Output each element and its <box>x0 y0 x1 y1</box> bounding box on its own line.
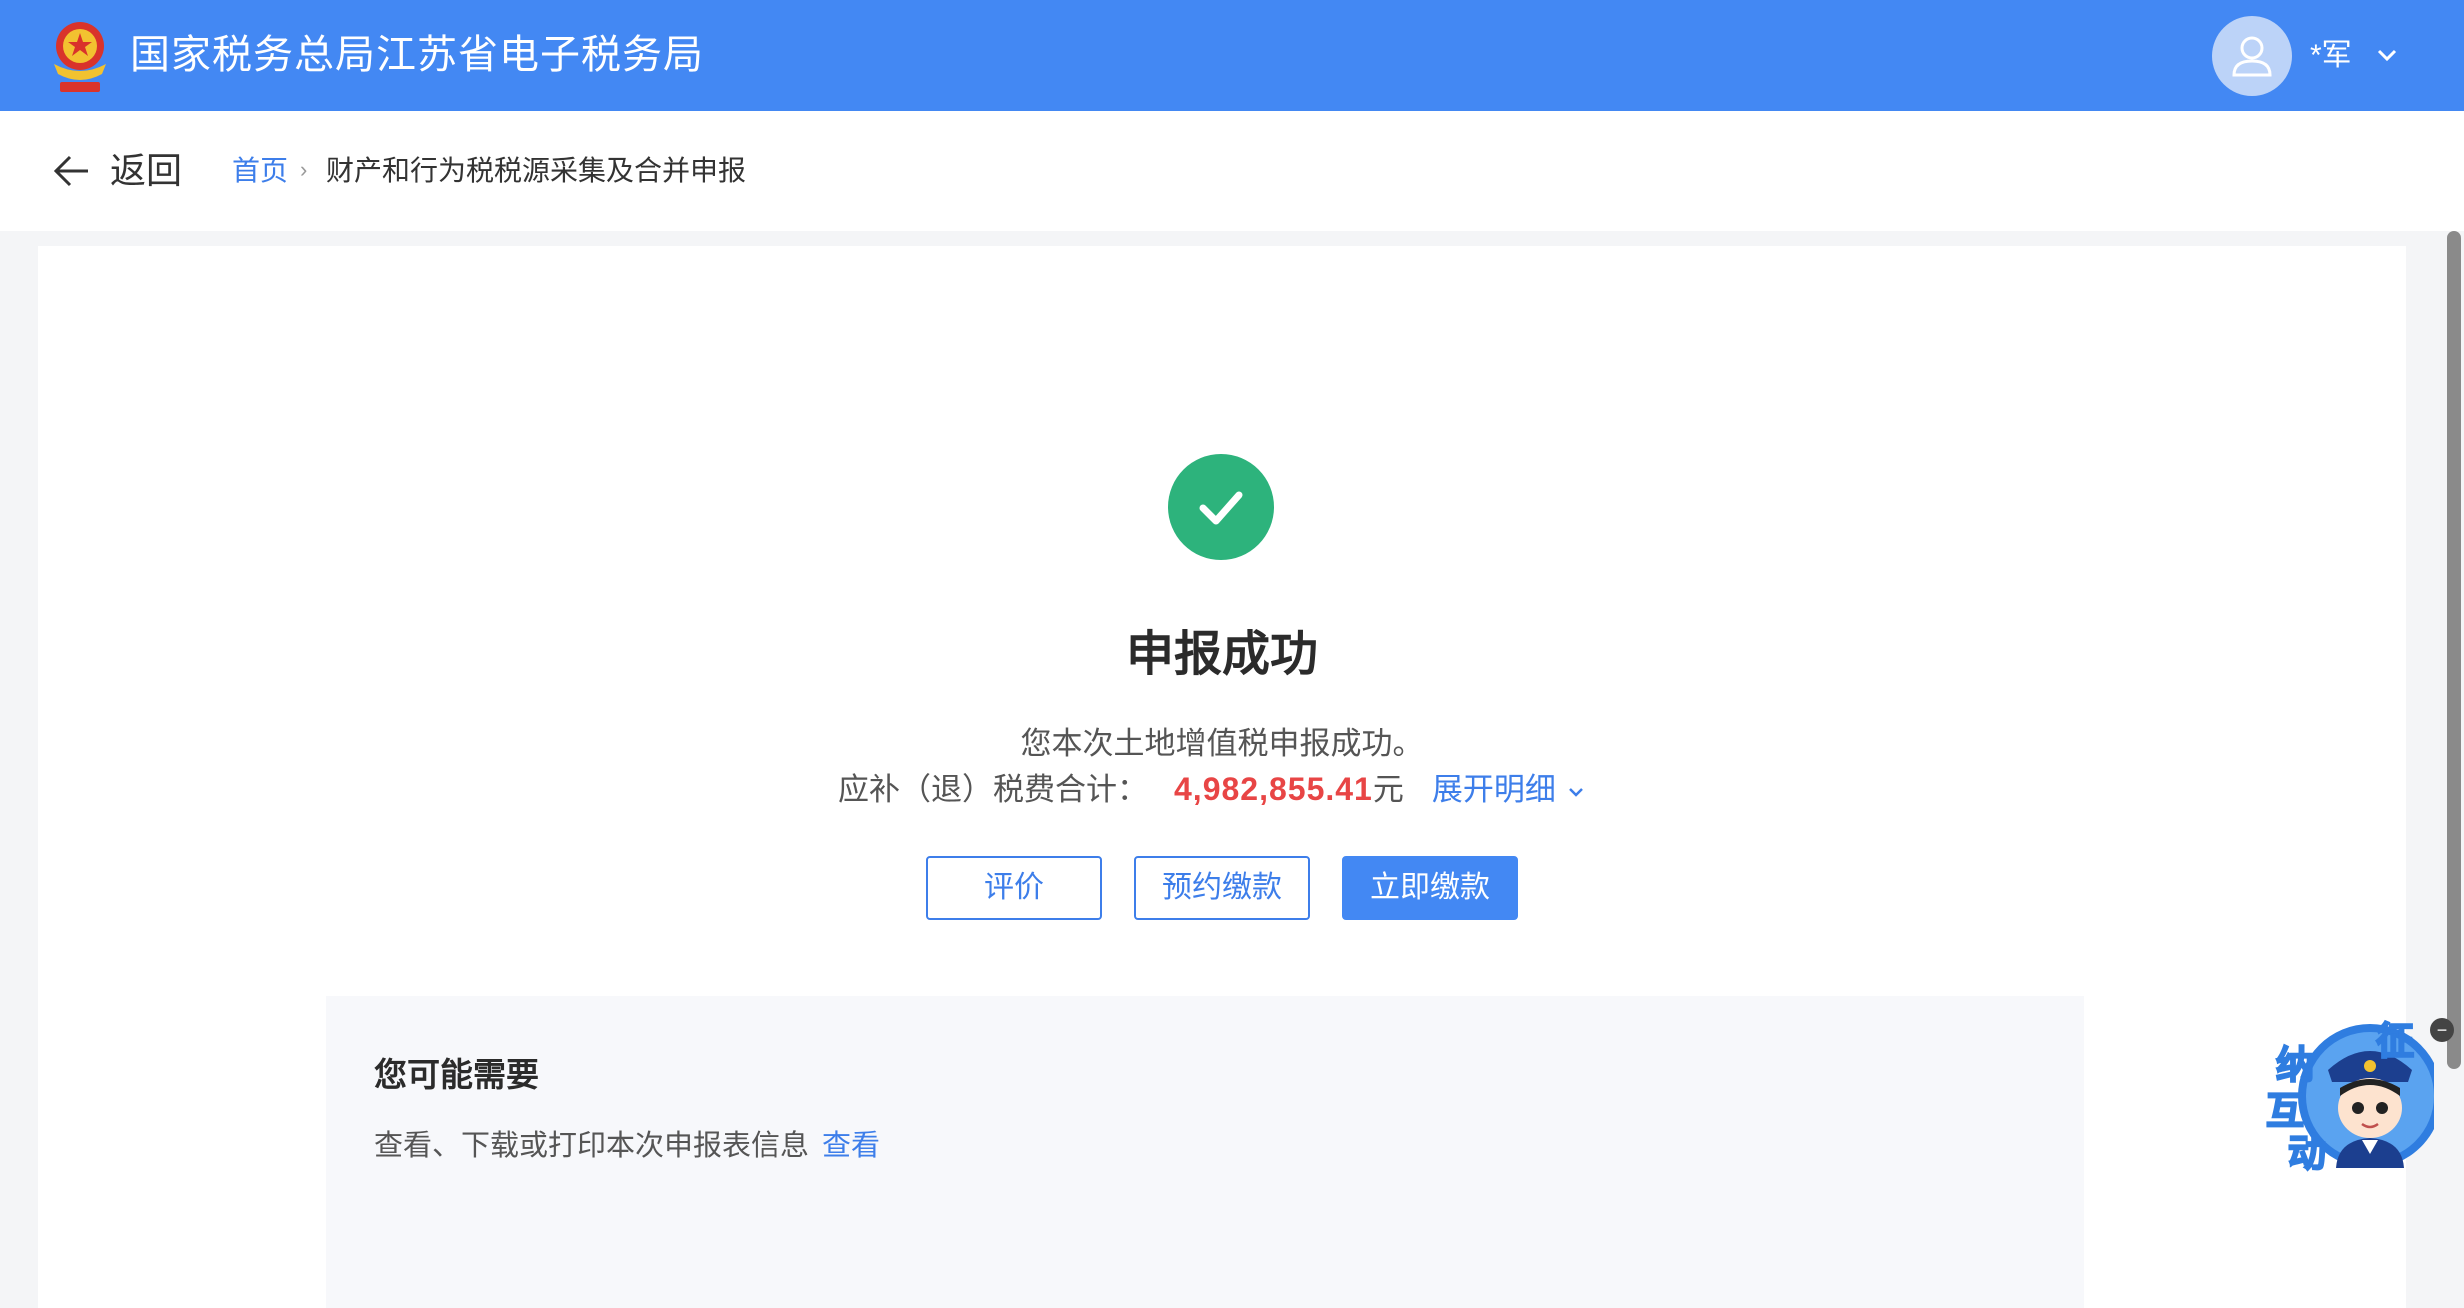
result-description: 您本次土地增值税申报成功。 <box>1020 726 1424 761</box>
breadcrumb-bar: 返回 首页 › 财产和行为税税源采集及合并申报 <box>0 111 2464 231</box>
tax-assistant-widget[interactable]: 征 纳 互 动 <box>2262 1004 2442 1176</box>
back-arrow-icon[interactable] <box>52 151 92 191</box>
suggestions-title: 您可能需要 <box>374 1056 539 1093</box>
suggestion-item-text: 查看、下载或打印本次申报表信息 <box>374 1130 810 1162</box>
view-report-link[interactable]: 查看 <box>822 1122 880 1164</box>
total-unit: 元 <box>1372 772 1404 807</box>
user-avatar[interactable] <box>2212 16 2292 96</box>
total-amount-line: 应补（退）税费合计： 4,982,855.41元 展开明细 <box>838 764 1586 814</box>
schedule-payment-button[interactable]: 预约缴款 <box>1134 856 1310 920</box>
user-name[interactable]: *军 <box>2310 0 2352 111</box>
expand-details-link[interactable]: 展开明细 <box>1432 772 1586 807</box>
pay-now-button[interactable]: 立即缴款 <box>1342 856 1518 920</box>
top-header: 国家税务总局江苏省电子税务局 *军 <box>0 0 2464 111</box>
user-icon <box>2232 36 2272 77</box>
back-button[interactable]: 返回 <box>110 111 182 231</box>
check-circle-icon <box>1168 454 1274 560</box>
tax-bureau-emblem-icon <box>46 16 114 96</box>
chevron-down-icon[interactable] <box>1566 785 1586 799</box>
breadcrumb-separator: › <box>300 157 308 182</box>
scrollbar-thumb[interactable] <box>2447 231 2461 1069</box>
expand-details-label[interactable]: 展开明细 <box>1432 772 1556 807</box>
result-title: 申报成功 <box>1125 628 1318 681</box>
total-label: 应补（退）税费合计： <box>838 772 1148 807</box>
evaluate-button[interactable]: 评价 <box>926 856 1102 920</box>
assistant-char-1: 征 <box>2375 1020 2415 1064</box>
total-amount: 4,982,855.41 <box>1174 771 1373 807</box>
assistant-close-button[interactable]: − <box>2430 1018 2454 1042</box>
site-title: 国家税务总局江苏省电子税务局 <box>130 33 704 77</box>
chevron-down-icon[interactable] <box>2374 44 2400 66</box>
breadcrumb-current: 财产和行为税税源采集及合并申报 <box>326 155 747 186</box>
assistant-char-4: 动 <box>2287 1132 2327 1176</box>
breadcrumb-home-link[interactable]: 首页 <box>232 111 288 231</box>
